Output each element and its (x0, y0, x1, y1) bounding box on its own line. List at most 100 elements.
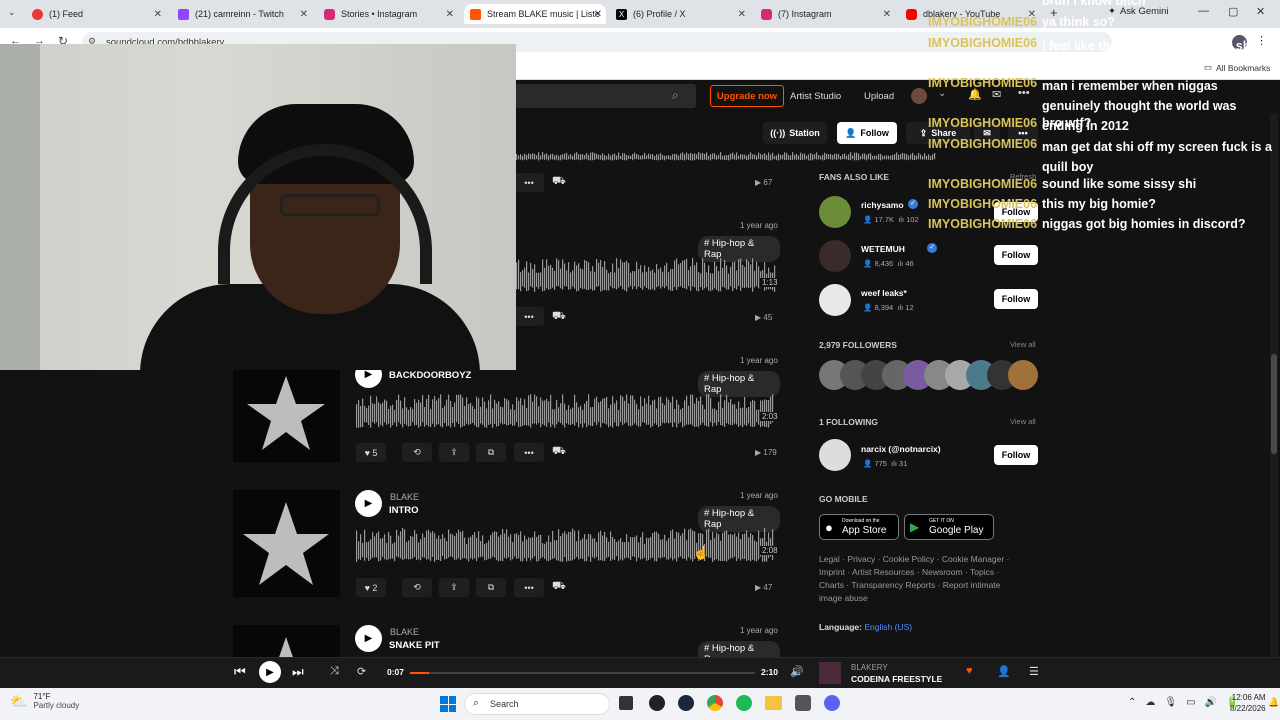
following-view-all-link[interactable]: View all (1010, 417, 1036, 426)
close-tab-icon[interactable]: ✕ (738, 9, 746, 20)
scrollbar-thumb[interactable] (1271, 354, 1277, 454)
like-button[interactable]: ♥ 5 (356, 443, 386, 462)
search-input[interactable]: ⌕ (516, 84, 696, 108)
track-title[interactable]: SNAKE PIT (389, 640, 440, 651)
track-artwork[interactable] (233, 625, 340, 657)
language-link[interactable]: English (US) (864, 622, 912, 632)
tab-instagram-stories[interactable]: Stories • Instagram ✕ (318, 4, 458, 24)
windows-start-icon[interactable] (440, 696, 456, 712)
tab-x-profile[interactable]: X (6) Profile / X ✕ (610, 4, 750, 24)
buy-cart-icon[interactable]: ⛟ (552, 580, 566, 594)
file-explorer-icon[interactable] (619, 696, 633, 710)
now-playing-artwork[interactable] (819, 662, 841, 684)
track-waveform[interactable] (356, 394, 774, 434)
clock[interactable]: 12:06 AM 8/22/2026 (1230, 692, 1266, 714)
fan-avatar[interactable] (819, 196, 851, 228)
google-play-badge[interactable]: ▶ GET IT ON Google Play (904, 514, 994, 540)
app-store-badge[interactable]: ● Download on the App Store (819, 514, 899, 540)
track-waveform[interactable] (356, 528, 774, 568)
track-title[interactable]: BACKDOORBOYZ (389, 370, 471, 381)
copy-link-button[interactable]: ⧉ (476, 578, 506, 597)
queue-icon[interactable]: ☰ (1029, 665, 1039, 678)
repost-button[interactable]: ⟲ (402, 578, 432, 597)
fan-name[interactable]: WETEMUH (861, 244, 905, 254)
waveform-bar (564, 153, 566, 160)
track-waveform[interactable] (516, 258, 776, 298)
followers-view-all-link[interactable]: View all (1010, 340, 1036, 349)
followers-avatar-row[interactable] (819, 360, 1041, 392)
tab-feed[interactable]: (1) Feed ✕ (26, 4, 166, 24)
track-artist[interactable]: BLAKE (390, 492, 419, 502)
progress-track[interactable] (410, 672, 755, 674)
close-tab-icon[interactable]: ✕ (446, 9, 454, 20)
like-heart-icon[interactable]: ♥ (966, 665, 973, 677)
following-name[interactable]: narcix (@notnarcix) (861, 444, 941, 454)
follow-artist-icon[interactable]: 👤 (997, 665, 1011, 678)
shuffle-icon[interactable]: ⤨ (330, 665, 339, 678)
notification-bell-icon[interactable]: 🔔 (1268, 697, 1279, 708)
more-actions-button[interactable]: ••• (514, 578, 544, 597)
buy-cart-icon[interactable]: ⛟ (552, 310, 566, 324)
waveform-bar (586, 260, 588, 291)
tab-list-chevron-icon[interactable]: ⌄ (8, 7, 16, 18)
share-track-button[interactable]: ⇪ (439, 443, 469, 462)
upgrade-now-button[interactable]: Upgrade now (710, 85, 784, 107)
close-tab-icon[interactable]: ✕ (594, 9, 602, 20)
following-follow-button[interactable]: Follow (994, 445, 1038, 465)
track-play-button[interactable]: ▶ (355, 490, 382, 517)
buy-cart-icon[interactable]: ⛟ (552, 175, 566, 189)
track-artwork[interactable] (233, 490, 340, 597)
track-artwork[interactable] (233, 368, 340, 462)
play-pause-button[interactable]: ▶ (259, 661, 281, 683)
weather-widget[interactable]: ⛅ 71°F Partly cloudy (10, 692, 79, 710)
previous-track-icon[interactable]: ⏮ (234, 664, 246, 680)
tab-instagram[interactable]: (7) Instagram ✕ (755, 4, 895, 24)
search-icon[interactable]: ⌕ (672, 88, 679, 103)
more-actions-button[interactable]: ••• (514, 173, 544, 192)
footer-links[interactable]: Legal · Privacy · Cookie Policy · Cookie… (819, 553, 1024, 605)
now-playing-title[interactable]: CODEINA FREESTYLE (851, 674, 942, 684)
tab-twitch[interactable]: (21) camreinn - Twitch ✕ (172, 4, 312, 24)
track-play-button[interactable]: ▶ (355, 625, 382, 652)
fan-name[interactable]: richysamo (861, 200, 904, 210)
taskbar-search-box[interactable]: ⌕ Search (464, 693, 610, 715)
app-icon[interactable] (649, 695, 665, 711)
tab-soundcloud[interactable]: Stream BLAKE music | Liste ✕ (464, 4, 606, 24)
artist-studio-link[interactable]: Artist Studio (790, 91, 841, 102)
upload-link[interactable]: Upload (864, 91, 894, 102)
volume-icon[interactable]: 🔊 (790, 665, 804, 678)
close-tab-icon[interactable]: ✕ (154, 9, 162, 20)
following-avatar[interactable] (819, 439, 851, 471)
fan-follow-button[interactable]: Follow (994, 245, 1038, 265)
close-tab-icon[interactable]: ✕ (300, 9, 308, 20)
steam-icon[interactable] (678, 695, 694, 711)
fan-avatar[interactable] (819, 284, 851, 316)
fan-name[interactable]: weef leaks* (861, 288, 907, 298)
more-actions-button[interactable]: ••• (514, 443, 544, 462)
followers-title[interactable]: 2,979 FOLLOWERS (819, 340, 897, 350)
fan-avatar[interactable] (819, 240, 851, 272)
close-tab-icon[interactable]: ✕ (883, 9, 891, 20)
track-title[interactable]: INTRO (389, 505, 419, 516)
folder-icon[interactable] (765, 696, 782, 710)
user-avatar[interactable] (911, 88, 927, 104)
track-artist[interactable]: BLAKE (390, 627, 419, 637)
follower-avatar[interactable] (1008, 360, 1038, 390)
following-title[interactable]: 1 FOLLOWING (819, 417, 878, 427)
buy-cart-icon[interactable]: ⛟ (552, 445, 566, 459)
discord-icon[interactable] (824, 695, 840, 711)
fan-follow-button[interactable]: Follow (994, 289, 1038, 309)
spotify-icon[interactable] (736, 695, 752, 711)
chrome-icon[interactable] (707, 695, 723, 711)
app-icon[interactable] (795, 695, 811, 711)
repeat-icon[interactable]: ⟳ (357, 665, 366, 678)
next-track-icon[interactable]: ⏭ (292, 664, 304, 680)
share-track-button[interactable]: ⇪ (439, 578, 469, 597)
copy-link-button[interactable]: ⧉ (476, 443, 506, 462)
now-playing-artist[interactable]: BLAKERY (851, 663, 888, 672)
play-count: ▶ 47 (755, 583, 773, 592)
repost-button[interactable]: ⟲ (402, 443, 432, 462)
more-actions-button[interactable]: ••• (514, 307, 544, 326)
like-button[interactable]: ♥ 2 (356, 578, 386, 597)
waveform-bar (720, 394, 722, 426)
